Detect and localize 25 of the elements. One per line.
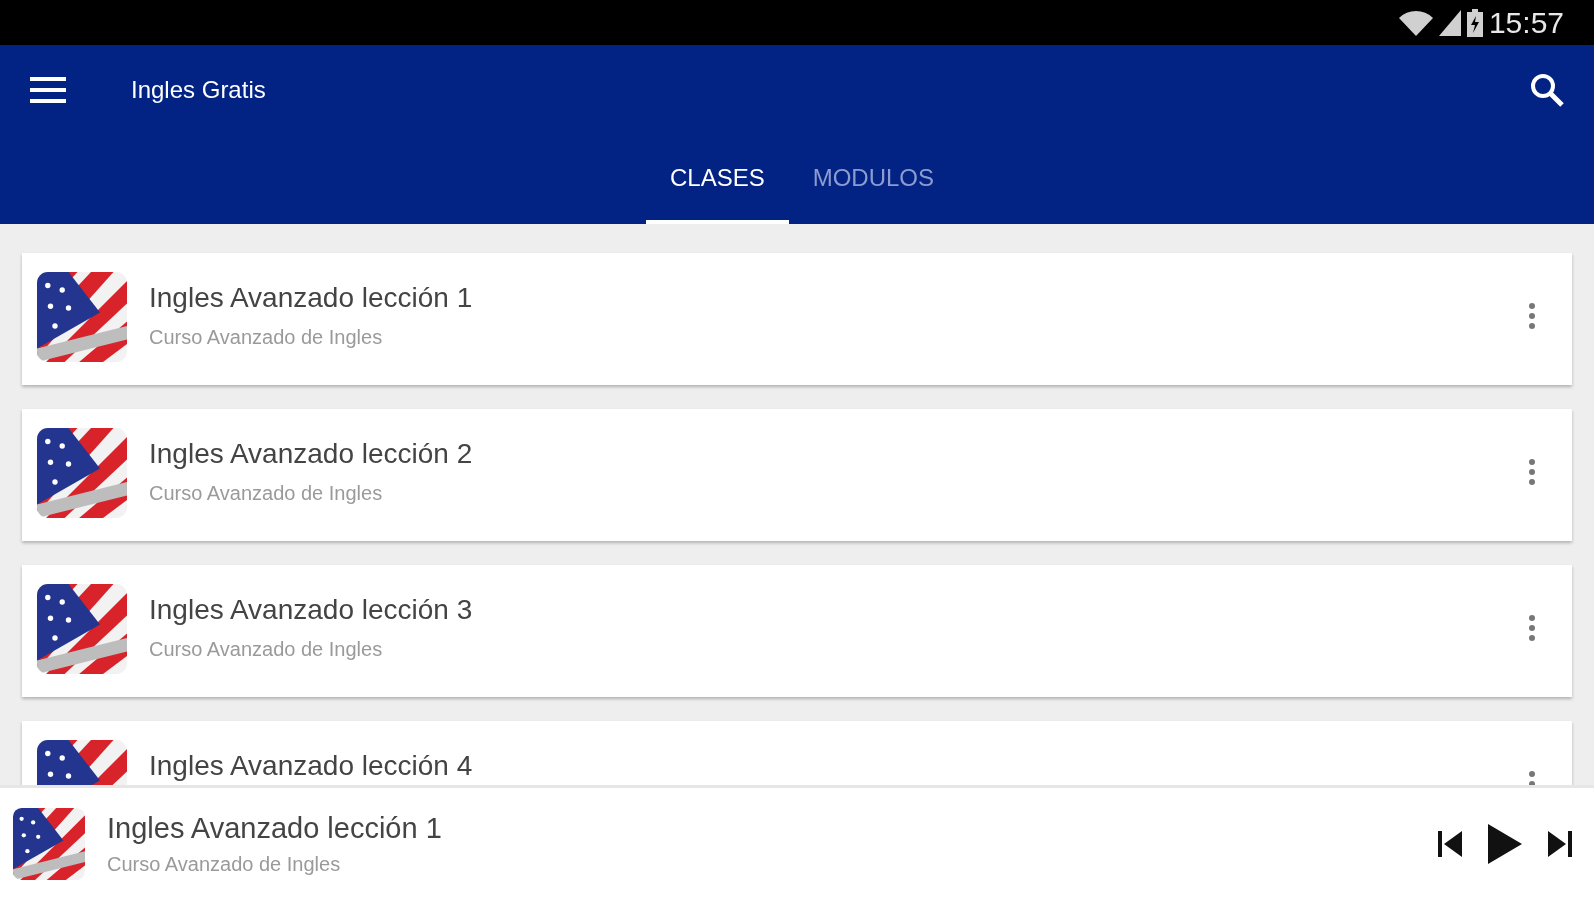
lesson-subtitle: Curso Avanzado de Ingles [149, 326, 383, 349]
previous-icon[interactable] [1438, 831, 1462, 857]
signal-icon [1438, 9, 1461, 36]
lesson-card[interactable]: Ingles Avanzado lección 2 Curso Avanzado de Ingles [22, 409, 1572, 541]
lesson-title: Ingles Avanzado lección 1 [149, 282, 473, 314]
lesson-title: Ingles Avanzado lección 4 [149, 750, 473, 782]
player-title: Ingles Avanzado lección 1 [107, 812, 442, 845]
lesson-card[interactable]: Ingles Avanzado lección 3 Curso Avanzado de Ingles [22, 565, 1572, 697]
lesson-title: Ingles Avanzado lección 3 [149, 594, 473, 626]
lesson-title: Ingles Avanzado lección 2 [149, 438, 473, 470]
menu-icon[interactable] [30, 77, 66, 103]
lesson-subtitle: Curso Avanzado de Ingles [149, 638, 383, 661]
status-time: 15:57 [1488, 5, 1564, 40]
battery-icon [1466, 8, 1483, 37]
tab[interactable]: MODULOS [788, 135, 959, 224]
lesson-card[interactable]: Ingles Avanzado lección 4 [22, 721, 1572, 785]
lesson-card[interactable]: Ingles Avanzado lección 1 Curso Avanzado de Ingles [22, 253, 1572, 385]
next-icon[interactable] [1548, 831, 1572, 857]
search-icon[interactable] [1530, 73, 1564, 107]
app-title: Ingles Gratis [131, 76, 267, 104]
wifi-icon [1398, 9, 1433, 36]
play-icon[interactable] [1488, 824, 1522, 864]
player-subtitle: Curso Avanzado de Ingles [107, 853, 341, 876]
tab[interactable]: CLASES [645, 135, 789, 224]
lesson-subtitle: Curso Avanzado de Ingles [149, 482, 383, 505]
